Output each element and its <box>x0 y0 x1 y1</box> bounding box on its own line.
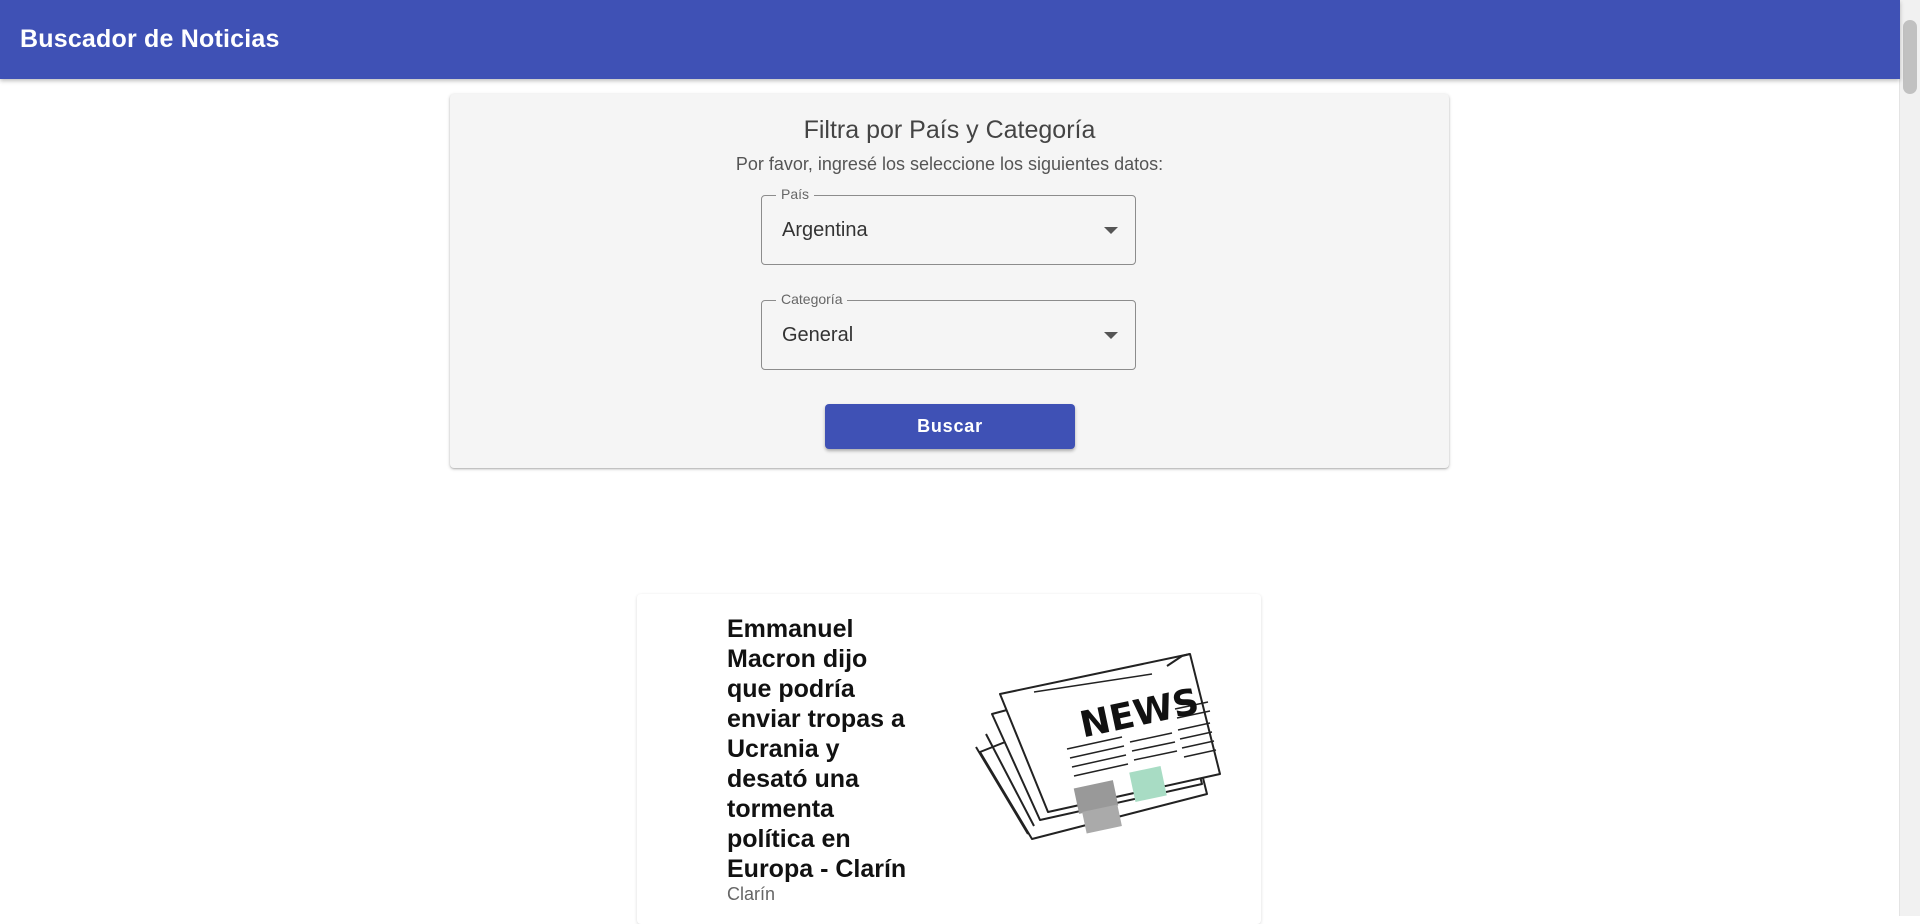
category-select[interactable]: Categoría General <box>761 291 1136 370</box>
filter-title: Filtra por País y Categoría <box>803 116 1096 144</box>
app-bar: Buscador de Noticias <box>0 0 1900 79</box>
news-source: Clarín <box>727 884 776 904</box>
dropdown-arrow-icon[interactable] <box>1104 332 1118 339</box>
country-select-value: Argentina <box>782 219 868 241</box>
category-select-label: Categoría <box>776 291 848 307</box>
dropdown-arrow-icon[interactable] <box>1104 227 1118 234</box>
newspaper-illustration-icon: NEWS <box>975 653 1221 840</box>
news-title[interactable]: Emmanuel Macron dijo que podría enviar t… <box>727 614 917 884</box>
search-button[interactable]: Buscar <box>825 404 1075 449</box>
news-card[interactable]: Emmanuel Macron dijo que podría enviar t… <box>637 594 1261 924</box>
scrollbar-thumb[interactable] <box>1903 20 1917 94</box>
country-select[interactable]: País Argentina <box>761 186 1136 265</box>
filter-card: Filtra por País y Categoría Por favor, i… <box>450 94 1449 468</box>
country-select-label: País <box>776 186 815 202</box>
page-scrollbar[interactable] <box>1899 0 1920 916</box>
filter-subtitle: Por favor, ingresé los seleccione los si… <box>735 154 1164 174</box>
app-title: Buscador de Noticias <box>20 25 280 53</box>
category-select-value: General <box>782 324 854 346</box>
